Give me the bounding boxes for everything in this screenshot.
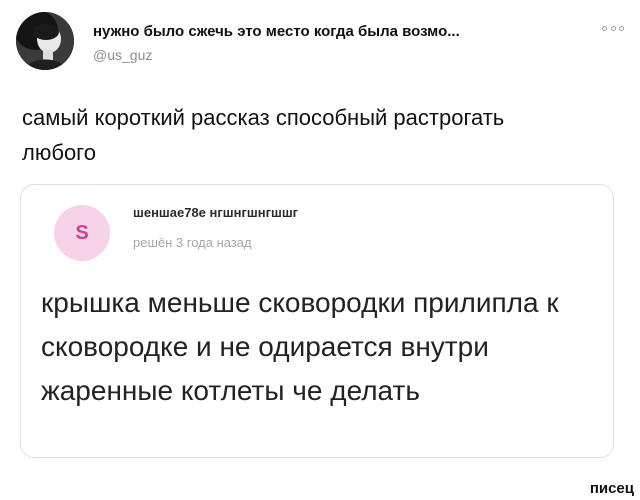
quoted-post-meta: решён 3 года назад [133,235,252,250]
watermark: писец [589,480,634,497]
more-dot [610,25,616,31]
quoted-post-body: крышка меньше сковородки прилипла к сков… [41,287,559,406]
quoted-post-card[interactable]: S шеншае78е нгшнгшнгшшг решён 3 года наз… [20,184,614,458]
quoted-user-avatar[interactable]: S [54,205,110,261]
author-handle[interactable]: @us_guz [93,47,152,63]
more-dot [619,25,624,31]
tweet-text: самый короткий рассказ способный растрог… [22,105,505,165]
author-avatar-image [16,12,74,70]
tweet-header: нужно было сжечь это место когда была во… [16,12,624,72]
more-dot [602,25,607,31]
author-avatar[interactable] [16,12,74,70]
author-name[interactable]: нужно было сжечь это место когда была во… [93,23,460,40]
quoted-username[interactable]: шеншае78е нгшнгшнгшшг [133,205,298,220]
more-options-icon[interactable] [602,22,624,34]
